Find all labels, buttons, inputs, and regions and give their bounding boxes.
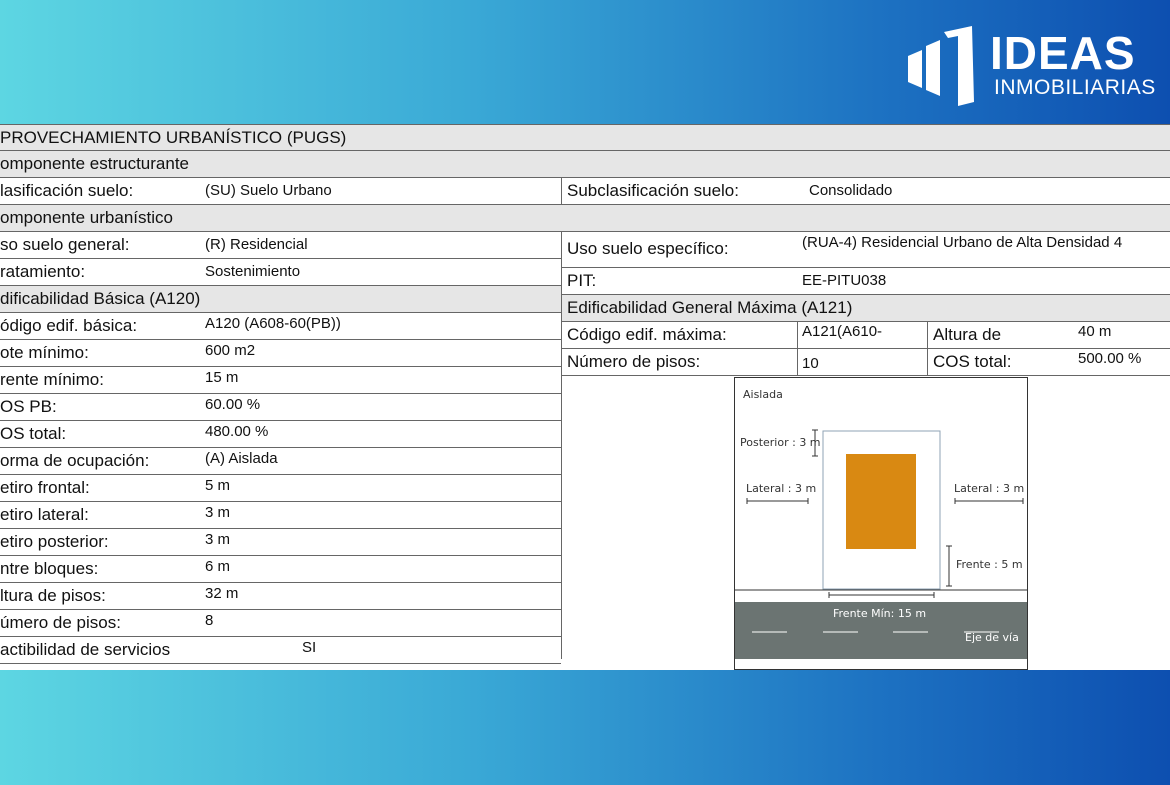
brand-logo: IDEAS INMOBILIARIAS [908, 26, 1158, 106]
codigo-max-label: Código edif. máxima: [567, 325, 727, 344]
num-pisos-max-row: Número de pisos: 10 COS total: 500.00 % [562, 349, 1170, 376]
table-row: OS total: 480.00 % [0, 421, 561, 448]
row-value: 15 m [205, 369, 239, 386]
edif-basica-heading: dificabilidad Básica (A120) [0, 289, 201, 308]
row-value: (A) Aislada [205, 450, 278, 467]
uso-especifico-row: Uso suelo específico: (RUA-4) Residencia… [562, 232, 1170, 268]
uso-especifico-value: (RUA-4) Residencial Urbano de Alta Densi… [802, 234, 1123, 251]
divider [797, 322, 798, 376]
table-row: OS PB: 60.00 % [0, 394, 561, 421]
sheet-title-row: PROVECHAMIENTO URBANÍSTICO (PUGS) [0, 124, 1170, 151]
uso-general-value: (R) Residencial [205, 236, 308, 253]
tratamiento-row: ratamiento: Sostenimiento [0, 259, 561, 286]
building-logo-icon [908, 26, 974, 106]
row-value: 6 m [205, 558, 231, 575]
table-row: úmero de pisos: 8 [0, 610, 561, 637]
frente-min-label: Frente Mín: 15 m [833, 607, 927, 620]
tratamiento-value: Sostenimiento [205, 263, 301, 280]
table-row: etiro frontal: 5 m [0, 475, 561, 502]
cos-total-max-value: 500.00 % [1078, 350, 1142, 367]
row-label: OS PB: [0, 397, 57, 416]
row-value: A120 (A608-60(PB)) [205, 315, 341, 332]
componente-estructurante-row: omponente estructurante [0, 151, 1170, 178]
lateral-right-label: Lateral : 3 m [954, 482, 1025, 495]
edif-basica-header-row: dificabilidad Básica (A120) [0, 286, 561, 313]
table-row: ote mínimo: 600 m2 [0, 340, 561, 367]
divider [561, 232, 562, 659]
building-footprint [846, 454, 916, 549]
row-label: ltura de pisos: [0, 586, 106, 605]
row-value: 60.00 % [205, 396, 261, 413]
table-row: ódigo edif. básica: A120 (A608-60(PB)) [0, 313, 561, 340]
pit-value: EE-PITU038 [802, 272, 887, 289]
clasificacion-value: (SU) Suelo Urbano [205, 182, 332, 199]
uso-general-row: so suelo general: (R) Residencial [0, 232, 561, 259]
row-label: ote mínimo: [0, 343, 89, 362]
row-label: actibilidad de servicios [0, 640, 171, 659]
num-pisos-max-value: 10 [802, 355, 819, 372]
table-row: etiro lateral: 3 m [0, 502, 561, 529]
pit-row: PIT: EE-PITU038 [562, 268, 1170, 295]
sheet-title: PROVECHAMIENTO URBANÍSTICO (PUGS) [0, 128, 347, 147]
brand-subtitle: INMOBILIARIAS [994, 76, 1156, 99]
site-diagram: Aislada Posterior : 3 m Lateral : 3 m La… [734, 377, 1028, 670]
row-label: etiro lateral: [0, 505, 89, 524]
table-row: rente mínimo: 15 m [0, 367, 561, 394]
altura-value: 40 m [1078, 323, 1112, 340]
row-label: rente mínimo: [0, 370, 104, 389]
edif-general-header-row: Edificabilidad General Máxima (A121) [562, 295, 1170, 322]
num-pisos-max-label: Número de pisos: [567, 352, 701, 371]
frente-label: Frente : 5 m [956, 558, 1023, 571]
brand-name: IDEAS [990, 27, 1136, 79]
componente-estructurante-heading: omponente estructurante [0, 154, 190, 173]
row-value: SI [302, 639, 317, 656]
divider [927, 322, 928, 376]
codigo-max-row: Código edif. máxima: A121(A610- Altura d… [562, 322, 1170, 349]
row-value: 8 [205, 612, 214, 629]
componente-urbanistico-row: omponente urbanístico [0, 205, 1170, 232]
uso-general-label: so suelo general: [0, 235, 130, 254]
table-row: etiro posterior: 3 m [0, 529, 561, 556]
row-value: 5 m [205, 477, 231, 494]
row-label: ódigo edif. básica: [0, 316, 138, 335]
table-row: ntre bloques: 6 m [0, 556, 561, 583]
row-value: 480.00 % [205, 423, 269, 440]
row-label: orma de ocupación: [0, 451, 150, 470]
componente-urbanistico-heading: omponente urbanístico [0, 208, 173, 227]
row-label: úmero de pisos: [0, 613, 121, 632]
subclasificacion-label: Subclasificación suelo: [567, 181, 739, 200]
table-row: orma de ocupación: (A) Aislada [0, 448, 561, 475]
row-label: etiro frontal: [0, 478, 90, 497]
pit-label: PIT: [567, 271, 597, 290]
table-row: ltura de pisos: 32 m [0, 583, 561, 610]
row-label: OS total: [0, 424, 67, 443]
aislada-label: Aislada [743, 388, 783, 401]
tratamiento-label: ratamiento: [0, 262, 86, 281]
table-row: actibilidad de servicios SI [0, 637, 561, 664]
row-label: ntre bloques: [0, 559, 99, 578]
row-value: 3 m [205, 531, 231, 548]
posterior-label: Posterior : 3 m [740, 436, 821, 449]
row-label: etiro posterior: [0, 532, 109, 551]
subclasificacion-value: Consolidado [809, 182, 893, 199]
lateral-left-label: Lateral : 3 m [746, 482, 817, 495]
clasificacion-row: lasificación suelo: (SU) Suelo Urbano Su… [0, 178, 1170, 205]
row-value: 600 m2 [205, 342, 256, 359]
eje-via-label: Eje de vía [965, 631, 1019, 644]
cos-total-max-label: COS total: [933, 352, 1012, 371]
land-use-sheet: PROVECHAMIENTO URBANÍSTICO (PUGS) ompone… [0, 124, 1170, 670]
edif-general-heading: Edificabilidad General Máxima (A121) [567, 298, 853, 317]
row-value: 3 m [205, 504, 231, 521]
uso-especifico-label: Uso suelo específico: [567, 239, 729, 258]
clasificacion-label: lasificación suelo: [0, 181, 134, 200]
divider [561, 178, 562, 205]
altura-label: Altura de [933, 325, 1002, 344]
row-value: 32 m [205, 585, 239, 602]
codigo-max-value: A121(A610- [802, 323, 883, 340]
